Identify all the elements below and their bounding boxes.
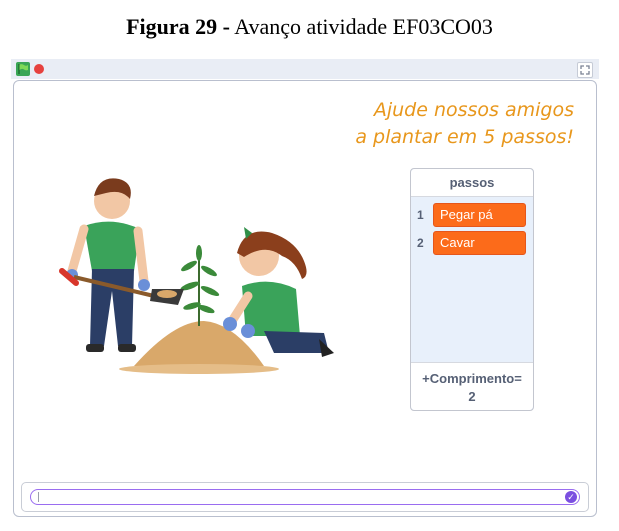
check-icon[interactable]: ✓ [565, 491, 577, 503]
list-item-value[interactable]: Cavar [433, 231, 526, 255]
list-item-index: 1 [417, 208, 424, 222]
list-item[interactable]: 2 Cavar [411, 230, 533, 256]
list-item-index: 2 [417, 236, 424, 250]
girl-figure [223, 227, 334, 357]
list-item-value[interactable]: Pegar pá [433, 203, 526, 227]
figure-caption: Figura 29 - Avanço atividade EF03CO03 [0, 14, 619, 40]
caption-number: Figura 29 - [126, 14, 230, 39]
ask-input[interactable]: ✓ [30, 489, 580, 505]
caption-text: Avanço atividade EF03CO03 [234, 14, 493, 39]
scratch-player: Ajude nossos amigos a plantar em 5 passo… [11, 59, 599, 519]
list-item[interactable]: 1 Pegar pá [411, 202, 533, 228]
fullscreen-icon[interactable] [577, 62, 593, 78]
children-planting-tree-illustration [59, 178, 334, 374]
stage[interactable]: Ajude nossos amigos a plantar em 5 passo… [13, 80, 597, 517]
list-length-label[interactable]: +Comprimento= [411, 371, 533, 386]
text-cursor [38, 492, 39, 502]
stage-title-line2: a plantar em 5 passos! [355, 126, 574, 148]
ask-prompt-bar: ✓ [21, 482, 589, 512]
stage-title: Ajude nossos amigos a plantar em 5 passo… [334, 97, 574, 151]
stage-title-line1: Ajude nossos amigos [373, 99, 574, 121]
list-length-value: 2 [468, 389, 476, 404]
list-monitor-header: passos [411, 169, 533, 197]
player-toolbar [11, 59, 599, 79]
green-flag-icon[interactable] [16, 62, 30, 76]
stop-icon[interactable] [34, 64, 44, 74]
list-monitor-passos[interactable]: passos 1 Pegar pá 2 Cavar +Comprimento= … [410, 168, 534, 411]
list-monitor-footer: +Comprimento= 2 [411, 362, 533, 410]
boy-figure [59, 178, 184, 352]
